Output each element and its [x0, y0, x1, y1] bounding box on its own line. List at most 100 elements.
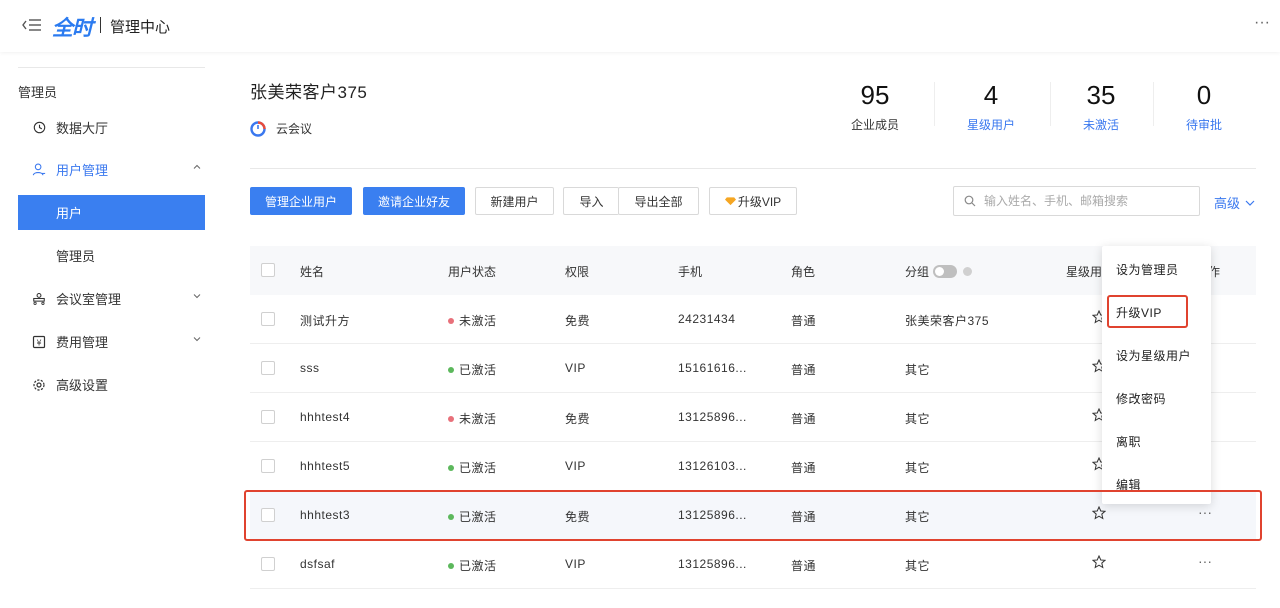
cell-role: 普通: [791, 461, 817, 475]
cell-name: dsfsaf: [300, 557, 336, 571]
column-header-permission[interactable]: 权限: [565, 263, 589, 280]
stat-divider: [934, 82, 935, 126]
star-icon[interactable]: [1092, 506, 1106, 520]
star-icon[interactable]: [1092, 555, 1106, 569]
cell-group: 其它: [905, 412, 931, 426]
status-text: 未激活: [459, 412, 497, 426]
menu-item-set-star-user[interactable]: 设为星级用户: [1116, 347, 1191, 364]
gear-icon: [32, 378, 46, 392]
sidebar-item-dashboard[interactable]: 数据大厅: [18, 110, 205, 145]
sidebar-divider: [18, 67, 205, 68]
user-icon: [32, 163, 46, 177]
group-toggle[interactable]: [933, 265, 958, 278]
cell-role: 普通: [791, 510, 817, 524]
column-header-name[interactable]: 姓名: [300, 263, 324, 280]
upgrade-vip-button[interactable]: 升级VIP: [709, 187, 797, 215]
sidebar-item-advanced-settings[interactable]: 高级设置: [18, 367, 205, 402]
menu-item-upgrade-vip[interactable]: 升级VIP: [1116, 304, 1162, 321]
row-checkbox[interactable]: [261, 459, 275, 473]
status-dot: [448, 563, 454, 569]
stat-divider: [1153, 82, 1154, 126]
column-header-phone[interactable]: 手机: [678, 263, 702, 280]
cell-status: 未激活: [448, 312, 497, 329]
search-box[interactable]: [953, 186, 1200, 216]
sidebar-item-label: 用户管理: [56, 163, 109, 178]
sidebar-subitem-users[interactable]: 用户: [18, 195, 205, 230]
export-all-button[interactable]: 导出全部: [618, 187, 699, 215]
cell-role: 普通: [791, 559, 817, 573]
cell-phone: 24231434: [678, 312, 736, 326]
sidebar-item-label: 高级设置: [56, 378, 109, 393]
cell-permission: VIP: [565, 361, 586, 375]
sidebar: 管理员 数据大厅 用户管理 用户 管理员 会议室管理 ¥ 费用管理 高级设置: [0, 52, 222, 608]
brand-logo[interactable]: 全时: [52, 12, 93, 42]
sidebar-item-label: 费用管理: [56, 335, 109, 350]
app-title: 管理中心: [110, 19, 171, 36]
more-options-icon[interactable]: ···: [1254, 14, 1270, 32]
table-row[interactable]: dsfsaf 已激活 VIP 13125896... 普通 其它 ···: [250, 540, 1256, 589]
cell-group: 其它: [905, 461, 931, 475]
menu-item-change-password[interactable]: 修改密码: [1116, 390, 1166, 407]
diamond-icon: [724, 197, 736, 206]
stat-pending-approval[interactable]: 0 待审批: [1163, 80, 1245, 133]
cell-group: 其它: [905, 510, 931, 524]
cell-name: hhhtest4: [300, 410, 351, 424]
menu-item-set-admin[interactable]: 设为管理员: [1116, 261, 1179, 278]
menu-item-resign[interactable]: 离职: [1116, 433, 1141, 450]
cell-permission: 免费: [565, 314, 591, 328]
menu-fold-icon[interactable]: [22, 18, 42, 32]
sidebar-item-label: 用户: [56, 206, 83, 221]
search-input[interactable]: [984, 194, 1194, 208]
cell-phone: 13126103...: [678, 459, 747, 473]
new-user-button[interactable]: 新建用户: [475, 187, 554, 215]
manage-users-button[interactable]: 管理企业用户: [250, 187, 352, 215]
sidebar-item-label: 管理员: [56, 249, 96, 264]
row-more-icon[interactable]: ···: [1198, 553, 1212, 569]
menu-item-edit[interactable]: 编辑: [1116, 476, 1141, 493]
stat-label: 待审批: [1185, 118, 1222, 132]
stat-label: 企业成员: [850, 118, 899, 132]
header-divider: [250, 168, 1256, 169]
status-text: 未激活: [459, 314, 497, 328]
advanced-filter-toggle[interactable]: 高级: [1214, 193, 1255, 212]
row-checkbox[interactable]: [261, 312, 275, 326]
sidebar-subitem-admins[interactable]: 管理员: [18, 238, 205, 273]
cell-status: 已激活: [448, 361, 497, 378]
cell-phone: 15161616...: [678, 361, 747, 375]
row-checkbox[interactable]: [261, 410, 275, 424]
cloud-meeting-icon: [250, 120, 266, 137]
group-header-label: 分组: [905, 265, 930, 279]
column-header-group[interactable]: 分组: [905, 263, 973, 280]
column-header-star[interactable]: 星级用: [1066, 263, 1102, 280]
import-button[interactable]: 导入: [563, 187, 619, 215]
help-icon[interactable]: [963, 267, 973, 276]
brand-divider: [100, 17, 101, 33]
sidebar-item-user-management[interactable]: 用户管理: [18, 152, 205, 187]
stat-inactive[interactable]: 35 未激活: [1060, 80, 1142, 133]
cell-phone: 13125896...: [678, 557, 747, 571]
stat-star-users[interactable]: 4 星级用户: [950, 80, 1032, 133]
cell-permission: 免费: [565, 510, 591, 524]
meeting-room-icon: [32, 292, 46, 306]
sidebar-item-billing[interactable]: ¥ 费用管理: [18, 324, 205, 359]
cell-permission: 免费: [565, 412, 591, 426]
invite-friends-button[interactable]: 邀请企业好友: [363, 187, 465, 215]
row-checkbox[interactable]: [261, 557, 275, 571]
status-dot: [448, 514, 454, 520]
cell-name: hhhtest5: [300, 459, 351, 473]
advanced-label: 高级: [1214, 196, 1241, 211]
cell-name: hhhtest3: [300, 508, 351, 522]
stat-members[interactable]: 95 企业成员: [834, 80, 916, 133]
row-checkbox[interactable]: [261, 508, 275, 522]
row-more-icon[interactable]: ···: [1198, 504, 1212, 520]
column-header-role[interactable]: 角色: [791, 263, 815, 280]
row-action-menu: 设为管理员 升级VIP 设为星级用户 修改密码 离职 编辑: [1102, 246, 1211, 504]
stat-divider: [1050, 82, 1051, 126]
status-text: 已激活: [459, 461, 497, 475]
status-text: 已激活: [459, 510, 497, 524]
select-all-checkbox[interactable]: [261, 263, 275, 277]
row-checkbox[interactable]: [261, 361, 275, 375]
column-header-status[interactable]: 用户状态: [448, 263, 496, 280]
sidebar-item-meeting-rooms[interactable]: 会议室管理: [18, 281, 205, 316]
clock-icon: [32, 121, 46, 135]
